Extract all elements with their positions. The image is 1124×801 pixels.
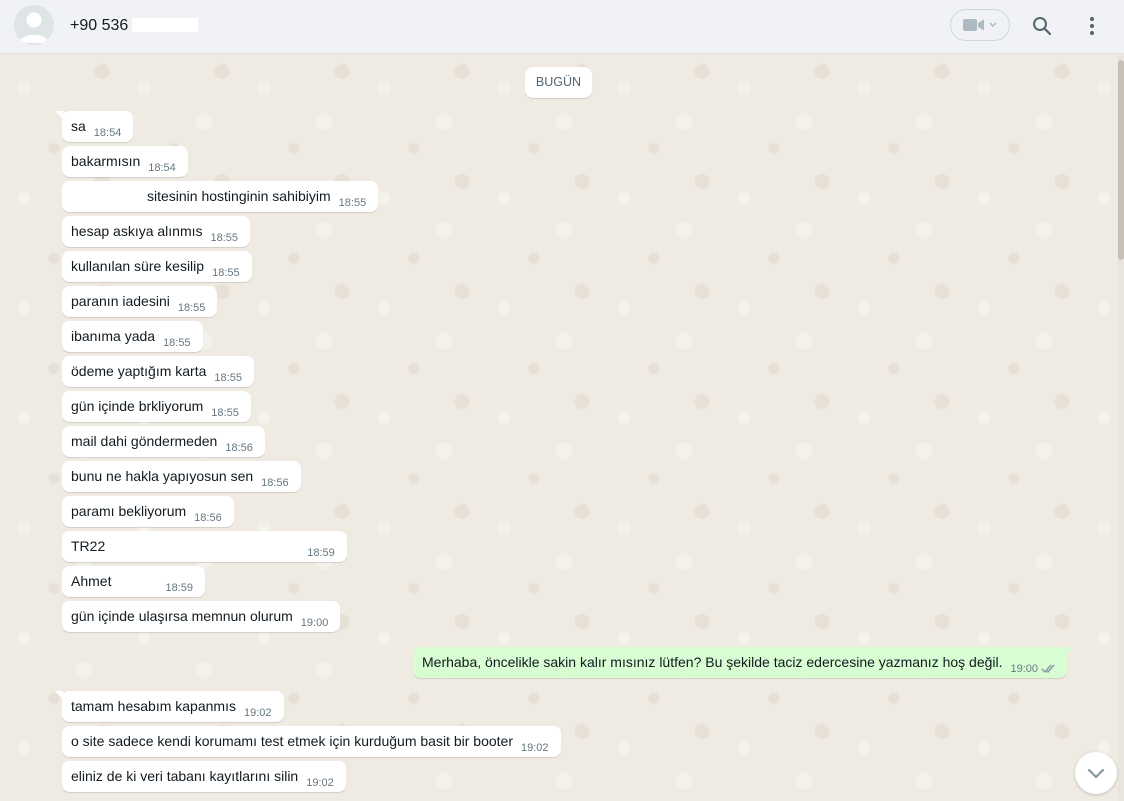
message-time: 19:02 <box>306 776 334 789</box>
message-outgoing[interactable]: Merhaba, öncelikle sakin kalır mısınız l… <box>413 647 1075 678</box>
message-text: bunu ne hakla yapıyosun sen <box>71 468 254 484</box>
message-text: TR22 <box>71 538 106 554</box>
scrollbar-thumb[interactable] <box>1118 60 1124 260</box>
message-time: 18:59 <box>165 581 193 594</box>
message-incoming[interactable]: Ahmet 18:59 <box>62 566 205 597</box>
message-text: o site sadece kendi korumamı test etmek … <box>71 733 513 749</box>
message-time: 18:55 <box>163 336 191 349</box>
redacted-surname <box>115 574 158 589</box>
contact-name[interactable]: +90 536 <box>70 16 128 36</box>
message-text: paranın iadesini <box>71 293 170 309</box>
message-time: 18:55 <box>214 371 242 384</box>
message-incoming[interactable]: paramı bekliyorum 18:56 <box>62 496 234 527</box>
menu-button[interactable] <box>1078 12 1106 40</box>
message-text: ödeme yaptığım karta <box>71 363 207 379</box>
message-text: gün içinde brkliyorum <box>71 398 204 414</box>
message-incoming[interactable]: bakarmısın 18:54 <box>62 146 188 177</box>
video-call-button[interactable] <box>950 9 1010 41</box>
message-incoming[interactable]: ibanıma yada 18:55 <box>62 321 203 352</box>
message-text: mail dahi göndermeden <box>71 433 218 449</box>
message-incoming[interactable]: TR22 18:59 <box>62 531 347 562</box>
message-text: paramı bekliyorum <box>71 503 187 519</box>
message-incoming[interactable]: mail dahi göndermeden 18:56 <box>62 426 265 457</box>
message-time: 18:54 <box>148 161 176 174</box>
message-incoming[interactable]: bunu ne hakla yapıyosun sen 18:56 <box>62 461 301 492</box>
chat-scrollbar[interactable] <box>1118 55 1124 801</box>
message-time: 18:55 <box>212 266 240 279</box>
search-button[interactable] <box>1028 12 1056 40</box>
message-time: 19:00 <box>300 616 329 629</box>
redacted-name-block <box>132 18 198 32</box>
scroll-to-bottom-button[interactable] <box>1075 752 1117 794</box>
message-list[interactable]: BUGÜN sa 18:54 bakarmısın 18:54 sitesini… <box>0 55 1118 801</box>
chevron-down-icon <box>989 22 997 27</box>
message-time: 18:55 <box>338 196 367 209</box>
message-incoming[interactable]: tamam hesabım kapanmıs 19:02 <box>55 691 284 722</box>
message-time: 18:56 <box>261 476 289 489</box>
message-text: ibanıma yada <box>71 328 156 344</box>
message-text: sa <box>71 118 86 134</box>
date-divider: BUGÜN <box>525 67 592 98</box>
message-incoming[interactable]: hesap askıya alınmıs 18:55 <box>62 216 251 247</box>
message-incoming[interactable]: kullanılan süre kesilip 18:55 <box>62 251 252 282</box>
chat-header: +90 536 <box>0 0 1124 54</box>
message-time: 18:55 <box>210 231 239 244</box>
whatsapp-web-chat: +90 536 BUGÜN sa 18:54 bakarmısın 18:54 … <box>0 0 1124 801</box>
message-time: 19:02 <box>243 706 272 719</box>
video-camera-icon <box>963 19 984 31</box>
message-incoming[interactable]: paranın iadesini 18:55 <box>62 286 218 317</box>
message-time: 19:02 <box>520 741 549 754</box>
redacted-site-name <box>69 187 145 205</box>
search-icon <box>1033 17 1052 36</box>
message-time: 18:59 <box>307 546 335 559</box>
kebab-menu-icon <box>1090 17 1094 35</box>
double-check-icon <box>1041 664 1055 674</box>
redacted-iban <box>109 539 300 554</box>
message-text: tamam hesabım kapanmıs <box>71 698 236 714</box>
message-incoming[interactable]: ödeme yaptığım karta 18:55 <box>62 356 254 387</box>
message-time: 18:54 <box>93 126 122 139</box>
message-time: 18:56 <box>194 511 222 524</box>
message-incoming[interactable]: eliniz de ki veri tabanı kayıtlarını sil… <box>62 761 346 792</box>
message-incoming[interactable]: sitesinin hostinginin sahibiyim 18:55 <box>62 181 379 212</box>
message-time: 18:56 <box>225 441 253 454</box>
default-avatar-icon[interactable] <box>14 5 54 45</box>
message-text: kullanılan süre kesilip <box>71 258 205 274</box>
message-incoming[interactable]: gün içinde brkliyorum 18:55 <box>62 391 251 422</box>
message-incoming[interactable]: o site sadece kendi korumamı test etmek … <box>62 726 561 757</box>
message-text: bakarmısın <box>71 153 141 169</box>
message-text: Ahmet <box>71 573 112 589</box>
message-text: hesap askıya alınmıs <box>71 223 203 239</box>
chevron-down-icon <box>1087 768 1105 779</box>
message-incoming[interactable]: sa 18:54 <box>54 111 134 142</box>
message-text: eliniz de ki veri tabanı kayıtlarını sil… <box>71 768 299 784</box>
message-time: 18:55 <box>211 406 239 419</box>
message-incoming[interactable]: gün içinde ulaşırsa memnun olurum 19:00 <box>62 601 341 632</box>
message-time: 19:00 <box>1010 662 1039 675</box>
message-text: Merhaba, öncelikle sakin kalır mısınız l… <box>422 654 1003 670</box>
message-text: sitesinin hostinginin sahibiyim <box>147 188 331 204</box>
message-time: 18:55 <box>177 301 206 314</box>
message-text: gün içinde ulaşırsa memnun olurum <box>71 608 293 624</box>
